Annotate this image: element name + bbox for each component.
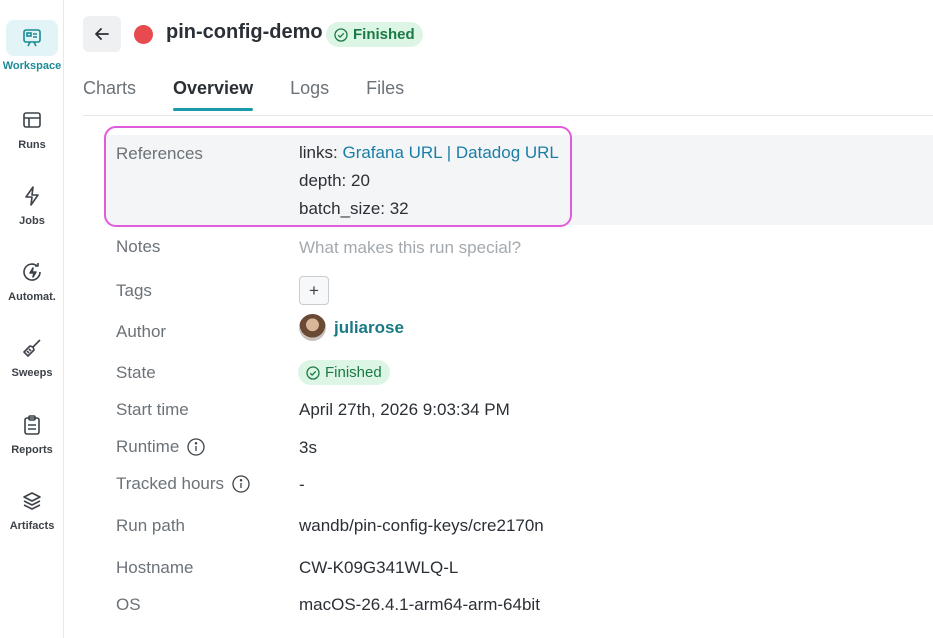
tab-charts[interactable]: Charts [83, 78, 136, 111]
nav-label: Artifacts [9, 520, 55, 532]
back-button[interactable] [83, 16, 121, 52]
nav-item-jobs[interactable]: Jobs [0, 181, 64, 251]
notes-input[interactable]: What makes this run special? [299, 238, 521, 258]
lightning-icon [17, 181, 47, 211]
grafana-link[interactable]: Grafana URL [342, 143, 442, 162]
left-nav: Workspace Runs Jobs Automat. Sweeps Repo… [0, 0, 64, 638]
nav-label: Sweeps [11, 367, 53, 379]
run-state-dot [134, 25, 153, 44]
run-name: pin-config-demo [166, 21, 323, 43]
nav-label: Automat. [8, 291, 56, 303]
nav-label: Jobs [19, 215, 45, 227]
state-text: Finished [325, 364, 382, 381]
broom-icon [17, 333, 47, 363]
nav-item-runs[interactable]: Runs [0, 105, 64, 175]
tags-label: Tags [116, 281, 152, 300]
links-prefix: links: [299, 143, 343, 162]
avatar [299, 314, 326, 341]
runs-table-icon [17, 105, 47, 135]
nav-label: Reports [11, 444, 53, 456]
nav-item-reports[interactable]: Reports [0, 410, 64, 480]
run-path-value: wandb/pin-config-keys/cre2170n [299, 516, 544, 535]
start-time-value: April 27th, 2026 9:03:34 PM [299, 400, 510, 419]
author-link[interactable]: juliarose [299, 314, 404, 341]
tracked-hours-value: - [299, 475, 305, 494]
add-tag-button[interactable]: + [299, 276, 329, 305]
notes-label: Notes [116, 237, 161, 256]
status-badge: Finished [326, 22, 423, 47]
tab-bar: Charts Overview Logs Files [83, 78, 441, 111]
tab-overview[interactable]: Overview [173, 78, 254, 111]
tabs-divider [83, 115, 933, 116]
tracked-hours-label: Tracked hours [116, 474, 225, 493]
tracked-hours-label-row: Tracked hours [116, 474, 250, 494]
workspace-icon [6, 20, 58, 56]
nav-label: Runs [18, 139, 46, 151]
status-text: Finished [353, 26, 415, 43]
state-label: State [116, 363, 156, 382]
runtime-label-row: Runtime [116, 437, 205, 457]
datadog-link[interactable]: Datadog URL [456, 143, 559, 162]
info-icon[interactable] [232, 475, 250, 493]
author-label: Author [116, 322, 167, 341]
references-links: links: Grafana URL | Datadog URL [299, 143, 559, 163]
nav-label: Workspace [2, 60, 62, 72]
automation-icon [17, 257, 47, 287]
state-badge: Finished [298, 360, 390, 385]
references-label: References [116, 144, 203, 163]
hostname-value: CW-K09G341WLQ-L [299, 558, 459, 577]
start-time-label: Start time [116, 400, 189, 419]
references-batch-size: batch_size: 32 [299, 199, 409, 218]
run-path-label: Run path [116, 516, 185, 535]
hostname-label: Hostname [116, 558, 194, 577]
runtime-value: 3s [299, 438, 317, 457]
tab-logs[interactable]: Logs [290, 78, 329, 111]
references-depth: depth: 20 [299, 171, 370, 190]
info-icon[interactable] [187, 438, 205, 456]
check-circle-icon [334, 27, 348, 42]
link-separator: | [442, 143, 456, 162]
clipboard-icon [17, 410, 47, 440]
layers-icon [17, 486, 47, 516]
author-name[interactable]: juliarose [334, 318, 404, 338]
arrow-left-icon [95, 28, 109, 40]
scroll-fade [64, 610, 933, 638]
nav-item-workspace[interactable]: Workspace [0, 20, 64, 90]
check-circle-icon [306, 365, 320, 380]
runtime-label: Runtime [116, 437, 180, 456]
nav-item-automations[interactable]: Automat. [0, 257, 64, 327]
nav-item-artifacts[interactable]: Artifacts [0, 486, 64, 556]
nav-item-sweeps[interactable]: Sweeps [0, 333, 64, 403]
tab-files[interactable]: Files [366, 78, 404, 111]
